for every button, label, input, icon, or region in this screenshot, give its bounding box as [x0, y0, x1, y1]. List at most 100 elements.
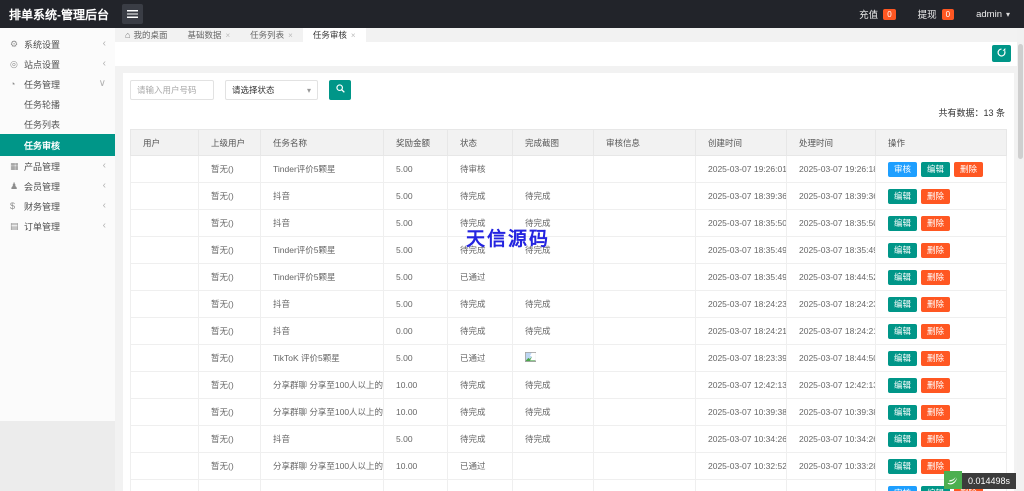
withdraw-menu-item[interactable]: 提现 0 [918, 7, 954, 21]
cell-task: 抖音 [261, 318, 384, 345]
cell-parent: 暂无() [199, 345, 261, 372]
edit-button[interactable]: 编辑 [921, 162, 950, 177]
table-row: 暂无()分享群聊 分享至100人以上的群聊10.00待完成待完成2025-03-… [131, 372, 1007, 399]
sidebar-item-task-carousel[interactable]: 任务轮播 [0, 94, 115, 114]
cell-task: 抖音 [261, 183, 384, 210]
finance-icon: $ [10, 201, 24, 211]
delete-button[interactable]: 删除 [921, 432, 950, 447]
col-actions: 操作 [876, 130, 1007, 156]
delete-button[interactable]: 删除 [921, 378, 950, 393]
cell-amount: 10.00 [384, 453, 448, 480]
cell-user [131, 237, 199, 264]
hamburger-icon [127, 10, 138, 18]
status-select[interactable]: 请选择状态 ▾ [225, 80, 318, 100]
broken-image-icon [525, 354, 536, 364]
sidebar-item-task-management[interactable]: ◔ 任务管理 ∨ [0, 74, 115, 94]
sidebar: ⚙ 系统设置 ‹ ◎ 站点设置 ‹ ◔ 任务管理 ∨ 任务轮播 任务列表 任务审… [0, 28, 115, 491]
cell-audit_info [594, 372, 696, 399]
withdraw-label: 提现 [918, 7, 937, 21]
tasks-icon: ◔ [10, 79, 24, 89]
edit-button[interactable]: 编辑 [888, 351, 917, 366]
cell-user [131, 426, 199, 453]
delete-button[interactable]: 删除 [921, 297, 950, 312]
user-number-input[interactable] [130, 80, 214, 100]
cell-user [131, 372, 199, 399]
delete-button[interactable]: 删除 [921, 189, 950, 204]
tab-basic-data[interactable]: 基础数据 × [177, 28, 240, 42]
cell-amount: 0.00 [384, 318, 448, 345]
cell-task: Tinder评价5颗星 [261, 156, 384, 183]
cell-user [131, 264, 199, 291]
cell-amount: 5.00 [384, 345, 448, 372]
cell-amount: 5.00 [384, 426, 448, 453]
cell-audit_info [594, 453, 696, 480]
audit-button[interactable]: 审核 [888, 162, 917, 177]
cell-audit_info [594, 399, 696, 426]
cell-processed: 2025-03-07 18:35:50 [787, 210, 876, 237]
edit-button[interactable]: 编辑 [888, 216, 917, 231]
edit-button[interactable]: 编辑 [888, 243, 917, 258]
cell-status: 已通过 [448, 345, 513, 372]
sidebar-item-site-settings[interactable]: ◎ 站点设置 ‹ [0, 54, 115, 74]
trace-widget[interactable]: 0.014498s [944, 471, 1016, 489]
scrollbar-thumb[interactable] [1018, 44, 1023, 159]
tab-task-audit[interactable]: 任务审核 × [303, 28, 366, 42]
delete-button[interactable]: 删除 [921, 324, 950, 339]
sidebar-item-finance-management[interactable]: $ 财务管理 ‹ [0, 196, 115, 216]
sidebar-nav: ⚙ 系统设置 ‹ ◎ 站点设置 ‹ ◔ 任务管理 ∨ 任务轮播 任务列表 任务审… [0, 28, 115, 236]
tab-my-desktop[interactable]: ⌂ 我的桌面 [115, 28, 177, 42]
delete-button[interactable]: 删除 [921, 405, 950, 420]
sidebar-item-task-audit[interactable]: 任务审核 [0, 134, 115, 156]
cell-parent: 暂无() [199, 183, 261, 210]
user-menu[interactable]: admin ▾ [976, 9, 1010, 20]
delete-button[interactable]: 删除 [921, 243, 950, 258]
delete-button[interactable]: 删除 [921, 351, 950, 366]
recharge-menu-item[interactable]: 充值 0 [859, 7, 895, 21]
edit-button[interactable]: 编辑 [888, 270, 917, 285]
delete-button[interactable]: 删除 [921, 270, 950, 285]
close-icon[interactable]: × [225, 31, 230, 40]
cell-actions: 编辑删除 [876, 426, 1007, 453]
collapse-menu-button[interactable] [122, 4, 143, 24]
edit-button[interactable]: 编辑 [888, 405, 917, 420]
gear-icon: ⚙ [10, 39, 24, 50]
sidebar-item-label: 订单管理 [24, 220, 60, 233]
sidebar-item-order-management[interactable]: ▤ 订单管理 ‹ [0, 216, 115, 236]
cell-amount: 5.00 [384, 264, 448, 291]
edit-button[interactable]: 编辑 [888, 297, 917, 312]
search-button[interactable] [329, 80, 351, 100]
main-area: ⌂ 我的桌面 基础数据 × 任务列表 × 任务审核 × 请选择状态 ▾ [115, 28, 1024, 491]
cell-processed: 2025-03-07 19:26:18 [787, 156, 876, 183]
delete-button[interactable]: 删除 [921, 216, 950, 231]
close-icon[interactable]: × [351, 31, 356, 40]
cell-audit_info [594, 156, 696, 183]
sidebar-item-system-settings[interactable]: ⚙ 系统设置 ‹ [0, 34, 115, 54]
cell-actions: 编辑删除 [876, 372, 1007, 399]
cell-status: 待完成 [448, 210, 513, 237]
record-count: 共有数据：13 条 [130, 106, 1007, 120]
cell-amount: 10.00 [384, 372, 448, 399]
close-icon[interactable]: × [288, 31, 293, 40]
delete-button[interactable]: 删除 [954, 162, 983, 177]
audit-button[interactable]: 审核 [888, 486, 917, 491]
sidebar-item-product-management[interactable]: ▦ 产品管理 ‹ [0, 156, 115, 176]
cell-processed: 2025-03-07 18:39:36 [787, 183, 876, 210]
edit-button[interactable]: 编辑 [888, 378, 917, 393]
thinkphp-logo-icon[interactable] [944, 471, 962, 489]
cell-actions: 审核编辑删除 [876, 156, 1007, 183]
vertical-scrollbar[interactable] [1017, 28, 1024, 491]
cell-status: 待完成 [448, 318, 513, 345]
edit-button[interactable]: 编辑 [888, 432, 917, 447]
tab-task-list[interactable]: 任务列表 × [240, 28, 303, 42]
edit-button[interactable]: 编辑 [888, 324, 917, 339]
edit-button[interactable]: 编辑 [888, 189, 917, 204]
cell-status: 已通过 [448, 453, 513, 480]
col-processed-time: 处理时间 [787, 130, 876, 156]
cell-amount: 5.00 [384, 156, 448, 183]
edit-button[interactable]: 编辑 [888, 459, 917, 474]
col-user: 用户 [131, 130, 199, 156]
sidebar-item-member-management[interactable]: ♟ 会员管理 ‹ [0, 176, 115, 196]
cell-amount: 5.00 [384, 237, 448, 264]
sidebar-item-task-list[interactable]: 任务列表 [0, 114, 115, 134]
refresh-button[interactable] [992, 45, 1011, 62]
